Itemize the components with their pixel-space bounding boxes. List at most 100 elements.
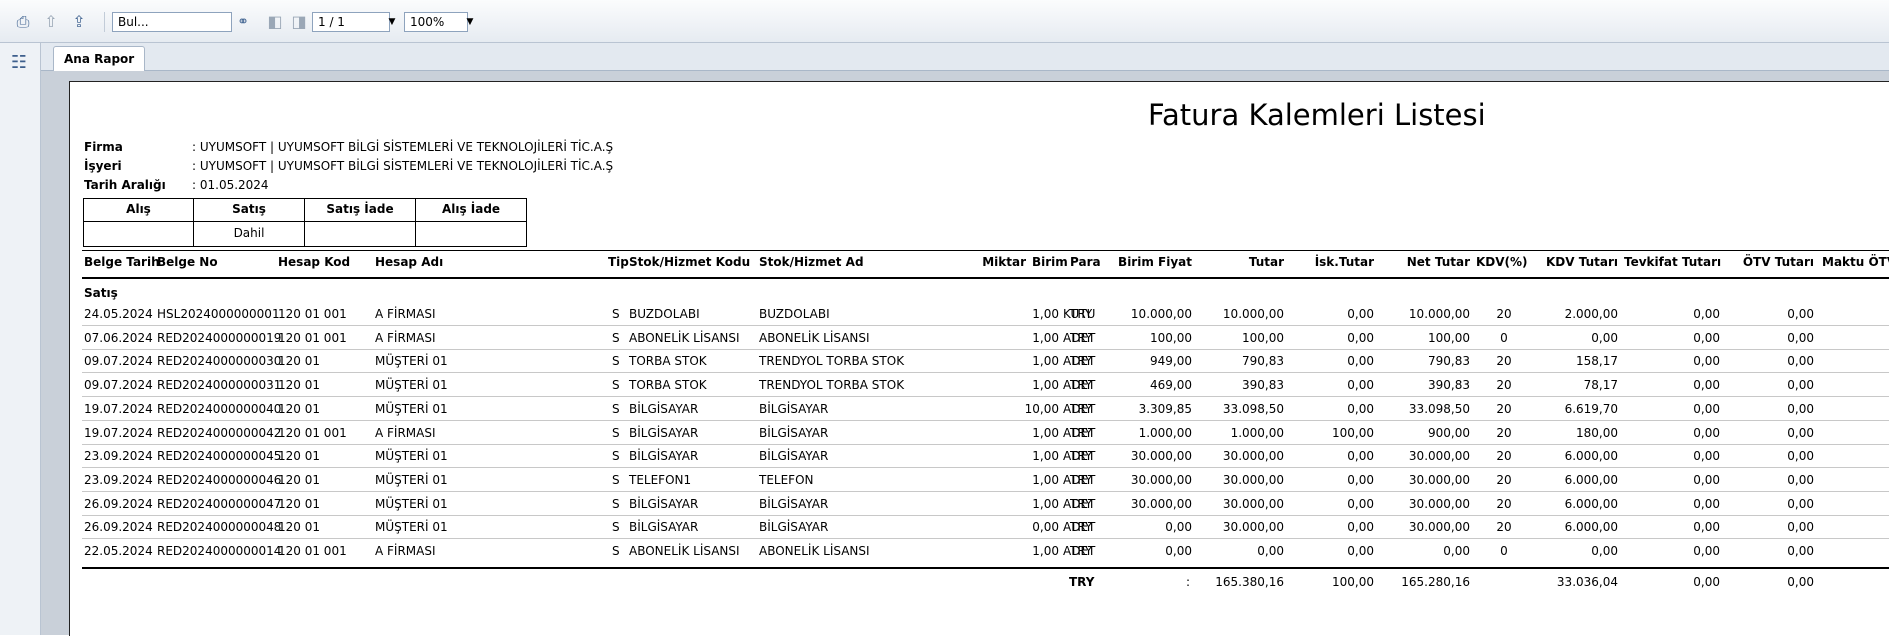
table-cell: TRY bbox=[1070, 307, 1093, 321]
totals-currency: TRY bbox=[1069, 575, 1095, 589]
previous-page-icon[interactable]: ◨ bbox=[288, 12, 310, 32]
column-header: KDV(%) bbox=[1476, 255, 1528, 269]
info-label: Tarih Aralığı bbox=[84, 178, 166, 192]
export-icon[interactable]: ⇪ bbox=[68, 12, 90, 32]
table-cell: 0,00 bbox=[1693, 472, 1720, 487]
tree-view-icon[interactable]: ☷ bbox=[8, 51, 30, 75]
filter-header-alis: Alış bbox=[83, 198, 194, 222]
totals-top-rule bbox=[82, 567, 1889, 569]
filter-value-satis-iade bbox=[304, 221, 416, 247]
table-cell: TRENDYOL TORBA STOK bbox=[759, 378, 905, 393]
table-cell: A FİRMASI bbox=[375, 307, 436, 321]
row-divider bbox=[82, 490, 1889, 492]
table-cell: 120 01 bbox=[278, 378, 320, 393]
table-cell: S bbox=[612, 354, 620, 369]
table-cell: 1,00 bbox=[1032, 449, 1059, 464]
print-icon[interactable]: ⎙ bbox=[12, 12, 34, 32]
column-header: Hesap Adı bbox=[375, 255, 444, 269]
row-divider bbox=[82, 372, 1889, 374]
table-cell: 790,83 bbox=[1242, 354, 1284, 369]
report-title: Fatura Kalemleri Listesi bbox=[1148, 98, 1486, 132]
zoom-select[interactable] bbox=[404, 12, 468, 32]
table-cell: TRY bbox=[1070, 378, 1093, 393]
table-cell: MÜŞTERİ 01 bbox=[375, 354, 448, 369]
totals-net-tutar: 165.280,16 bbox=[1401, 575, 1470, 589]
filter-value-alis-iade bbox=[415, 221, 527, 247]
table-cell: BUZDOLABI bbox=[629, 307, 700, 321]
table-top-rule bbox=[82, 250, 1889, 251]
table-cell: 30.000,00 bbox=[1408, 472, 1470, 487]
column-header: Birim bbox=[1032, 255, 1068, 269]
table-row: 26.09.2024 RED2024000000047 120 01 MÜŞTERİ … bbox=[0, 497, 1889, 520]
table-cell: 20 bbox=[1496, 449, 1512, 464]
table-cell: S bbox=[612, 449, 620, 464]
table-cell: 1,00 bbox=[1032, 354, 1059, 369]
column-header: Stok/Hizmet Ad bbox=[759, 255, 864, 269]
table-row: 24.05.2024 HSL2024000000001 120 01 001 A Fİ… bbox=[0, 307, 1889, 330]
table-cell: 10.000,00 bbox=[1130, 307, 1192, 321]
table-cell: 0,00 bbox=[1693, 378, 1720, 393]
chevron-down-icon[interactable]: ▼ bbox=[386, 12, 398, 32]
table-cell: 1,00 bbox=[1032, 330, 1059, 345]
table-cell: 790,83 bbox=[1428, 354, 1470, 369]
table-cell: 6.000,00 bbox=[1564, 520, 1618, 535]
table-cell: 180,00 bbox=[1576, 425, 1618, 440]
table-cell: S bbox=[612, 496, 620, 511]
table-cell: RED2024000000014 bbox=[157, 544, 282, 558]
table-cell: 0,00 bbox=[1347, 520, 1374, 535]
table-cell: 0,00 bbox=[1347, 330, 1374, 345]
table-cell: 20 bbox=[1496, 354, 1512, 369]
table-cell: TRY bbox=[1070, 449, 1093, 464]
table-row: 09.07.2024 RED2024000000030 120 01 MÜŞTERİ … bbox=[0, 354, 1889, 377]
table-cell: 469,00 bbox=[1150, 378, 1192, 393]
table-cell: TRY bbox=[1070, 354, 1093, 369]
table-cell: 20 bbox=[1496, 378, 1512, 393]
table-cell: RED2024000000047 bbox=[157, 496, 282, 511]
column-header: Hesap Kod bbox=[278, 255, 351, 269]
table-cell: BİLGİSAYAR bbox=[759, 449, 829, 464]
table-cell: TRY bbox=[1070, 496, 1093, 511]
table-cell: 900,00 bbox=[1428, 425, 1470, 440]
upload-icon[interactable]: ⇧ bbox=[40, 12, 62, 32]
table-cell: 20 bbox=[1496, 472, 1512, 487]
chevron-down-icon[interactable]: ▼ bbox=[464, 12, 476, 32]
table-cell: 0,00 bbox=[1443, 544, 1470, 558]
table-cell: 0,00 bbox=[1693, 330, 1720, 345]
column-header: Tip bbox=[608, 255, 629, 269]
table-cell: 949,00 bbox=[1150, 354, 1192, 369]
table-row: 23.09.2024 RED2024000000045 120 01 MÜŞTERİ … bbox=[0, 449, 1889, 472]
first-page-icon[interactable]: ◧ bbox=[264, 12, 286, 32]
table-cell: 158,17 bbox=[1576, 354, 1618, 369]
table-cell: TRY bbox=[1070, 472, 1093, 487]
table-cell: 120 01 001 bbox=[278, 307, 347, 321]
table-cell: MÜŞTERİ 01 bbox=[375, 449, 448, 464]
table-cell: 26.09.2024 bbox=[84, 520, 153, 535]
table-cell: 0,00 bbox=[1787, 401, 1814, 416]
table-cell: 30.000,00 bbox=[1222, 496, 1284, 511]
table-cell: BİLGİSAYAR bbox=[629, 401, 699, 416]
table-cell: 0,00 bbox=[1787, 449, 1814, 464]
binoculars-icon[interactable]: ⚭ bbox=[232, 12, 254, 32]
table-cell: TRY bbox=[1070, 401, 1093, 416]
table-cell: 120 01 bbox=[278, 401, 320, 416]
tab-ana-rapor[interactable]: Ana Rapor bbox=[53, 46, 146, 71]
row-divider bbox=[82, 514, 1889, 516]
table-row: 22.05.2024 RED2024000000014 120 01 001 A Fİ… bbox=[0, 544, 1889, 567]
table-cell: 0,00 bbox=[1347, 449, 1374, 464]
row-divider bbox=[82, 419, 1889, 421]
header-bottom-rule bbox=[82, 277, 1889, 279]
table-cell: 100,00 bbox=[1150, 330, 1192, 345]
column-header: ÖTV Tutarı bbox=[1742, 255, 1814, 269]
table-cell: 24.05.2024 bbox=[84, 307, 153, 321]
search-input[interactable] bbox=[112, 12, 232, 32]
table-cell: 0,00 bbox=[1347, 307, 1374, 321]
table-cell: BİLGİSAYAR bbox=[759, 520, 829, 535]
table-cell: 0,00 bbox=[1693, 425, 1720, 440]
table-cell: 19.07.2024 bbox=[84, 425, 153, 440]
table-cell: 120 01 bbox=[278, 354, 320, 369]
info-value: : 01.05.2024 bbox=[192, 178, 269, 192]
table-cell: 30.000,00 bbox=[1130, 472, 1192, 487]
page-input[interactable] bbox=[312, 12, 390, 32]
table-cell: MÜŞTERİ 01 bbox=[375, 401, 448, 416]
table-cell: 120 01 bbox=[278, 496, 320, 511]
